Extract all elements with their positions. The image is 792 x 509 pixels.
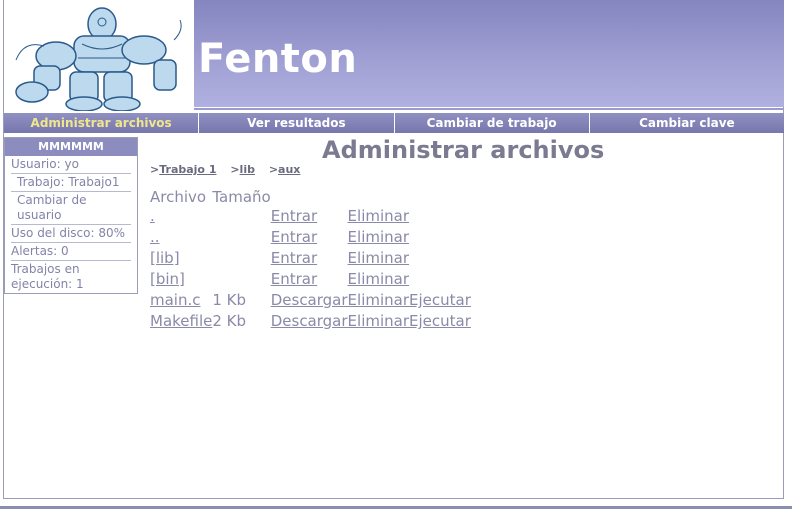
nav-cambiar-clave[interactable]: Cambiar clave: [589, 113, 784, 133]
breadcrumb-separator: >: [268, 163, 279, 176]
sidebar-user: Usuario: yo: [11, 156, 131, 174]
sidebar-panel: MMMMMM Usuario: yo Trabajo: Trabajo1 Cam…: [4, 137, 138, 294]
column-header-action: [348, 186, 409, 207]
file-size: [212, 270, 270, 291]
sidebar-header: MMMMMM: [5, 138, 137, 156]
download-link[interactable]: Descargar: [271, 312, 348, 330]
main-nav: Administrar archivos Ver resultados Camb…: [4, 113, 784, 133]
nav-administrar-archivos[interactable]: Administrar archivos: [4, 113, 200, 133]
column-header-archivo: Archivo: [150, 187, 207, 206]
file-link[interactable]: Makefile: [150, 312, 212, 330]
sidebar-running-jobs: Trabajos en ejecución: 1: [11, 262, 84, 291]
file-link[interactable]: main.c: [150, 291, 201, 309]
column-header-action: [409, 186, 471, 207]
sidebar-alerts: Alertas: 0: [11, 243, 131, 261]
table-row: [bin] Entrar Eliminar: [150, 270, 471, 291]
enter-link[interactable]: Entrar: [271, 249, 317, 267]
run-link[interactable]: Ejecutar: [409, 312, 471, 330]
column-header-tamano: Tamaño: [212, 187, 271, 206]
delete-link[interactable]: Eliminar: [348, 228, 409, 246]
file-size: 2 Kb: [212, 312, 247, 330]
file-size: 1 Kb: [212, 291, 247, 309]
file-link[interactable]: ..: [150, 228, 160, 246]
column-header-action: [271, 186, 348, 207]
enter-link[interactable]: Entrar: [271, 207, 317, 225]
delete-link[interactable]: Eliminar: [348, 312, 409, 330]
table-row: . Entrar Eliminar: [150, 207, 471, 228]
enter-link[interactable]: Entrar: [271, 270, 317, 288]
download-link[interactable]: Descargar: [271, 291, 348, 309]
sidebar-job[interactable]: Trabajo: Trabajo1: [11, 174, 131, 192]
breadcrumb-lib[interactable]: lib: [240, 163, 255, 176]
header-divider: [194, 108, 784, 110]
breadcrumb-aux[interactable]: aux: [278, 163, 300, 176]
breadcrumb-separator: >: [230, 163, 240, 176]
sidebar-change-user[interactable]: Cambiar de usuario: [11, 192, 131, 225]
file-table: Archivo Tamaño . Entrar Eliminar .. Entr…: [150, 186, 471, 333]
file-link[interactable]: .: [150, 207, 155, 225]
robot-logo: [4, 0, 192, 111]
delete-link[interactable]: Eliminar: [348, 207, 409, 225]
delete-link[interactable]: Eliminar: [348, 291, 409, 309]
file-link[interactable]: [lib]: [150, 249, 180, 267]
enter-link[interactable]: Entrar: [271, 228, 317, 246]
file-size: [212, 249, 270, 270]
file-size: [212, 228, 270, 249]
table-row: [lib] Entrar Eliminar: [150, 249, 471, 270]
breadcrumb: >Trabajo 1 >lib >aux: [150, 163, 310, 176]
file-link[interactable]: [bin]: [150, 270, 185, 288]
delete-link[interactable]: Eliminar: [348, 270, 409, 288]
delete-link[interactable]: Eliminar: [348, 249, 409, 267]
run-link[interactable]: Ejecutar: [409, 291, 471, 309]
table-row: main.c 1 Kb Descargar Eliminar Ejecutar: [150, 291, 471, 312]
page-title: Administrar archivos: [322, 136, 605, 164]
sidebar-disk-usage: Uso del disco: 80%: [11, 225, 131, 243]
app-title: Fenton: [198, 36, 358, 82]
table-header-row: Archivo Tamaño: [150, 186, 471, 207]
table-row: .. Entrar Eliminar: [150, 228, 471, 249]
breadcrumb-trabajo-1[interactable]: Trabajo 1: [159, 163, 216, 176]
nav-ver-resultados[interactable]: Ver resultados: [199, 113, 395, 133]
file-size: [212, 207, 270, 228]
nav-cambiar-de-trabajo[interactable]: Cambiar de trabajo: [394, 113, 590, 133]
table-row: Makefile 2 Kb Descargar Eliminar Ejecuta…: [150, 312, 471, 333]
breadcrumb-separator: >: [150, 163, 160, 176]
